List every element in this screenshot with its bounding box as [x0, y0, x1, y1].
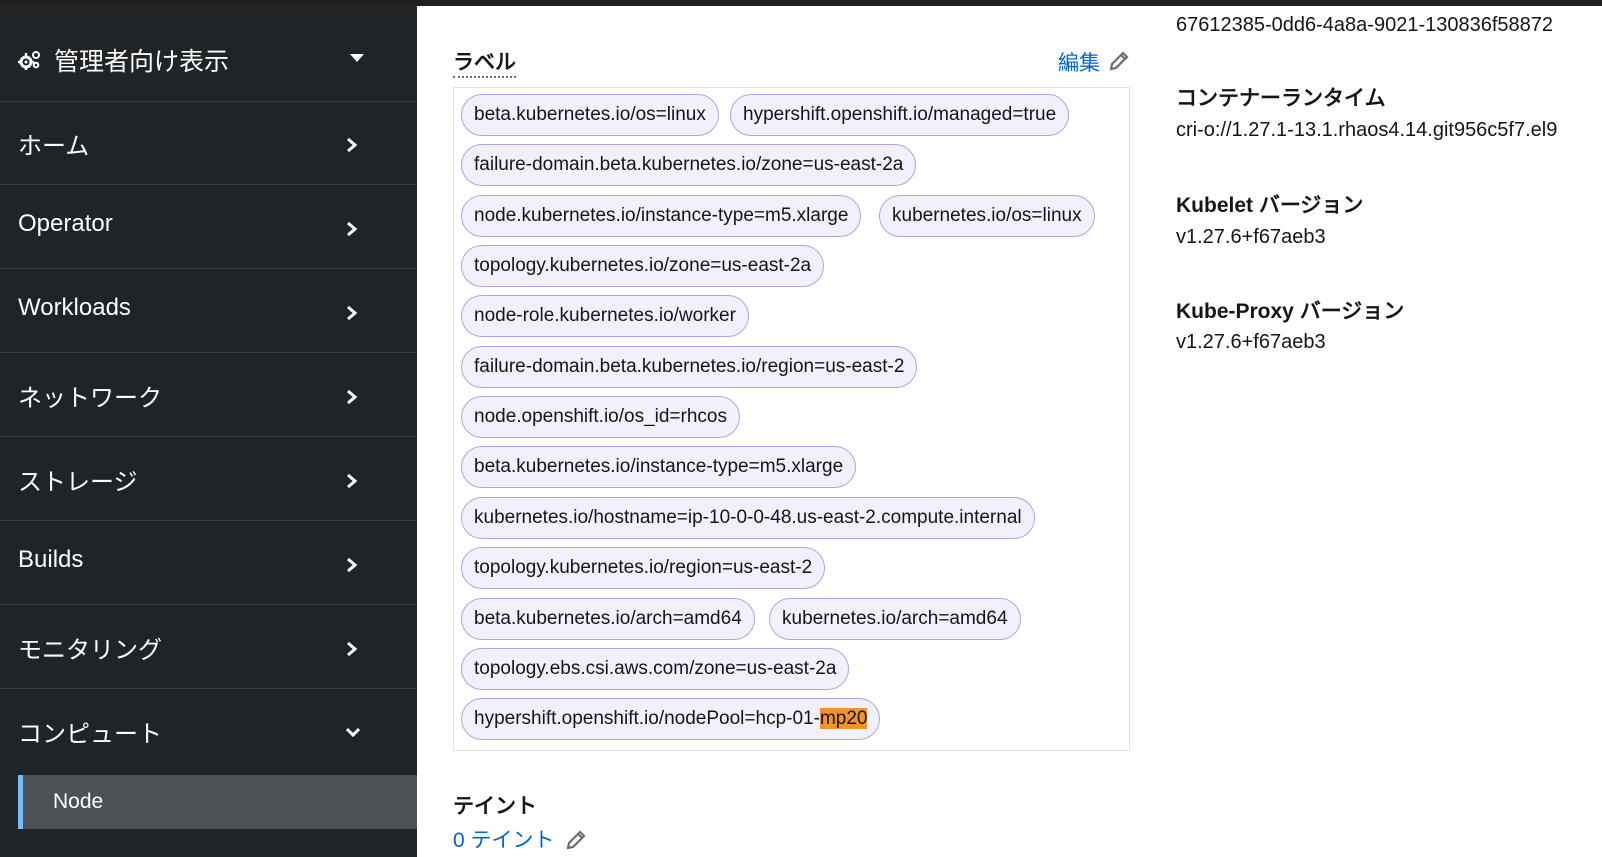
uid-value: 67612385-0dd6-4a8a-9021-130836f58872 — [1176, 14, 1554, 36]
label-chip[interactable]: topology.ebs.csi.aws.com/zone=us-east-2a — [461, 648, 850, 690]
sidebar-item-compute[interactable]: コンピュート — [0, 690, 417, 773]
labels-list: beta.kubernetes.io/os=linux hypershift.o… — [453, 87, 1130, 751]
sidebar-item-operator[interactable]: Operator — [0, 186, 417, 269]
kubeproxy-version-title: Kube-Proxy バージョン — [1176, 300, 1405, 323]
chevron-right-icon — [346, 222, 358, 236]
label-chip-text: hypershift.openshift.io/nodePool=hcp-01- — [474, 708, 820, 729]
sidebar-item-label: Operator — [18, 210, 113, 237]
sidebar-item-monitoring[interactable]: モニタリング — [0, 606, 417, 689]
sidebar-item-label: ホーム — [18, 133, 90, 160]
sidebar-subitem-label: Node — [53, 790, 104, 813]
kubelet-version-value: v1.27.6+f67aeb3 — [1176, 226, 1326, 248]
sidebar-item-home[interactable]: ホーム — [0, 102, 417, 185]
sidebar-subitem-node[interactable]: Node — [18, 775, 417, 829]
sidebar: 管理者向け表示 ホーム Operator Workloads ネットワーク スト… — [0, 6, 417, 857]
sidebar-item-storage[interactable]: ストレージ — [0, 438, 417, 521]
gears-icon — [18, 50, 42, 75]
pencil-icon[interactable] — [1108, 50, 1130, 77]
label-chip[interactable]: topology.kubernetes.io/region=us-east-2 — [461, 547, 826, 589]
kubelet-version-title: Kubelet バージョン — [1176, 194, 1364, 217]
chevron-down-icon — [346, 726, 360, 738]
sidebar-item-label: モニタリング — [18, 637, 162, 664]
chevron-right-icon — [346, 642, 358, 656]
pencil-icon[interactable] — [565, 829, 587, 856]
label-chip[interactable]: failure-domain.beta.kubernetes.io/zone=u… — [461, 144, 917, 186]
chevron-right-icon — [346, 306, 358, 320]
taints-title: テイント — [453, 795, 537, 818]
sidebar-item-network[interactable]: ネットワーク — [0, 354, 417, 437]
sidebar-item-label: Builds — [18, 546, 84, 573]
perspective-switcher[interactable]: 管理者向け表示 — [0, 6, 417, 102]
label-chip[interactable]: node-role.kubernetes.io/worker — [461, 295, 749, 337]
kubeproxy-version-value: v1.27.6+f67aeb3 — [1176, 331, 1326, 353]
label-chip[interactable]: node.kubernetes.io/instance-type=m5.xlar… — [461, 195, 862, 237]
label-chip[interactable]: kubernetes.io/os=linux — [879, 195, 1095, 237]
container-runtime-title: コンテナーランタイム — [1176, 87, 1386, 110]
sidebar-item-label: ストレージ — [18, 469, 138, 496]
label-chip[interactable]: topology.kubernetes.io/zone=us-east-2a — [461, 245, 825, 287]
label-chip[interactable]: failure-domain.beta.kubernetes.io/region… — [461, 346, 918, 388]
label-chip[interactable]: beta.kubernetes.io/os=linux — [461, 94, 719, 136]
label-chip[interactable]: beta.kubernetes.io/instance-type=m5.xlar… — [461, 446, 857, 488]
chevron-right-icon — [346, 390, 358, 404]
caret-down-icon — [350, 54, 364, 62]
label-chip[interactable]: hypershift.openshift.io/nodePool=hcp-01-… — [461, 698, 881, 740]
edit-labels-link[interactable]: 編集 — [1058, 47, 1100, 77]
search-highlight: mp20 — [819, 708, 868, 729]
labels-title[interactable]: ラベル — [453, 46, 516, 78]
sidebar-item-builds[interactable]: Builds — [0, 522, 417, 605]
perspective-label: 管理者向け表示 — [54, 48, 230, 76]
label-chip[interactable]: hypershift.openshift.io/managed=true — [730, 94, 1070, 136]
label-chip[interactable]: kubernetes.io/arch=amd64 — [769, 598, 1021, 640]
chevron-right-icon — [346, 474, 358, 488]
taints-link[interactable]: 0 テイント — [453, 824, 555, 854]
sidebar-item-label: コンピュート — [18, 721, 162, 748]
label-chip[interactable]: beta.kubernetes.io/arch=amd64 — [461, 598, 755, 640]
chevron-right-icon — [346, 558, 358, 572]
label-chip[interactable]: kubernetes.io/hostname=ip-10-0-0-48.us-e… — [461, 497, 1035, 539]
chevron-right-icon — [346, 138, 358, 152]
container-runtime-value: cri-o://1.27.1-13.1.rhaos4.14.git956c5f7… — [1176, 119, 1558, 141]
label-chip[interactable]: node.openshift.io/os_id=rhcos — [461, 396, 740, 438]
sidebar-item-label: ネットワーク — [18, 385, 162, 412]
sidebar-item-workloads[interactable]: Workloads — [0, 270, 417, 353]
sidebar-item-label: Workloads — [18, 294, 131, 321]
